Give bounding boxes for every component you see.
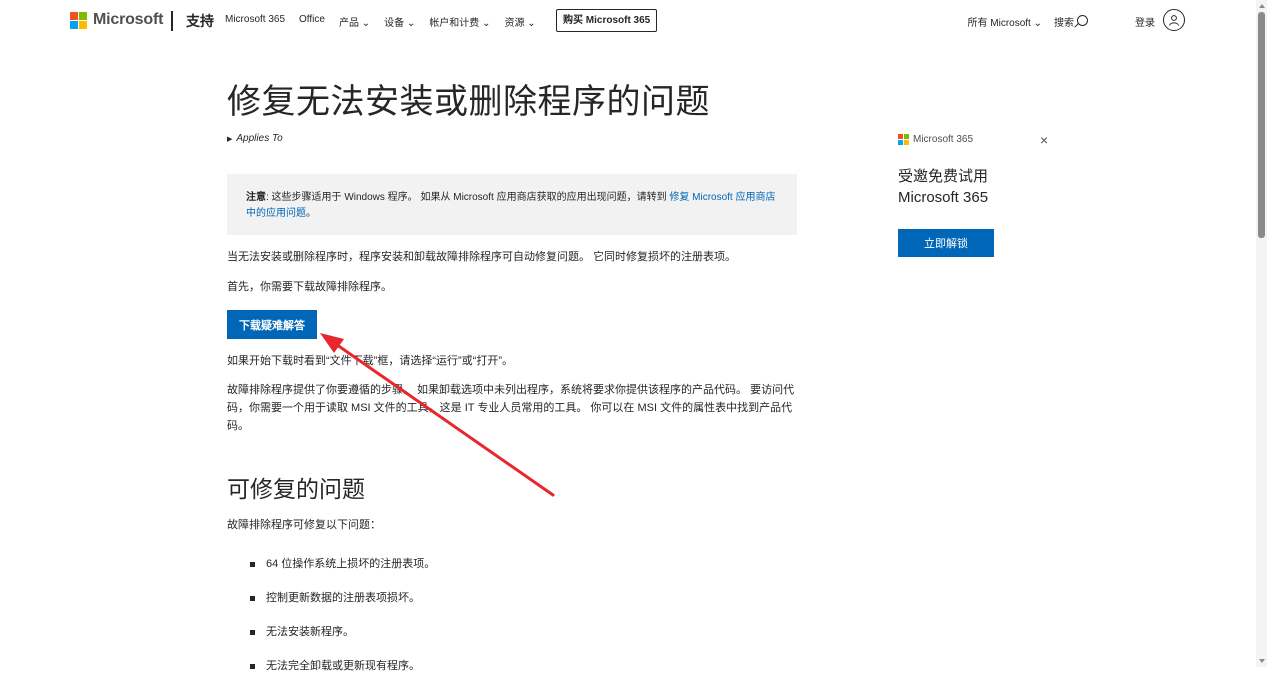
all-microsoft-menu[interactable]: 所有 Microsoft ⌄ — [968, 14, 1043, 29]
nav-item-microsoft-365[interactable]: Microsoft 365 — [225, 14, 285, 29]
nav-item-office[interactable]: Office — [299, 14, 325, 29]
page-title: 修复无法安装或删除程序的问题 — [227, 83, 710, 121]
sign-in-link[interactable]: 登录 — [1135, 14, 1155, 29]
microsoft-logo[interactable]: Microsoft — [70, 11, 163, 29]
close-icon[interactable]: × — [1040, 133, 1048, 147]
search-button[interactable]: 搜索 — [1054, 14, 1088, 29]
list-item: 控制更新数据的注册表项损坏。 — [250, 589, 435, 623]
download-hint-paragraph: 如果开始下载时看到“文件下载”框，请选择“运行”或“打开”。 — [227, 355, 513, 367]
list-item: 64 位操作系统上损坏的注册表项。 — [250, 555, 435, 589]
person-icon — [1169, 15, 1179, 26]
intro-paragraph: 当无法安装或删除程序时，程序安装和卸载故障排除程序可自动修复问题。 它同时修复损… — [227, 251, 737, 263]
avatar-icon[interactable] — [1163, 9, 1185, 31]
applies-to-label: Applies To — [236, 133, 283, 144]
note-box: 注意: 这些步骤适用于 Windows 程序。 如果从 Microsoft 应用… — [227, 174, 797, 235]
scroll-down-icon[interactable] — [1259, 659, 1265, 663]
header-right: 所有 Microsoft ⌄ 搜索 — [968, 14, 1088, 29]
unlock-now-button[interactable]: 立即解锁 — [898, 229, 994, 257]
promo-brand-name: Microsoft 365 — [913, 134, 974, 145]
site-header: Microsoft 支持 Microsoft 365 Office 产品 ⌄ 设… — [0, 0, 1256, 42]
first-step-paragraph: 首先，你需要下载故障排除程序。 — [227, 281, 392, 293]
support-link[interactable]: 支持 — [186, 11, 214, 31]
microsoft-logo-icon — [898, 134, 909, 145]
nav-item-account-billing[interactable]: 帐户和计费 ⌄ — [429, 14, 490, 29]
download-troubleshooter-button[interactable]: 下载疑难解答 — [227, 310, 317, 339]
promo-brand: Microsoft 365 — [898, 134, 973, 145]
note-text: : 这些步骤适用于 Windows 程序。 如果从 Microsoft 应用商店… — [266, 192, 670, 203]
steps-paragraph: 故障排除程序提供了你要遵循的步骤。 如果卸载选项中未列出程序，系统将要求你提供该… — [227, 384, 795, 432]
search-label: 搜索 — [1054, 18, 1074, 29]
list-item: 无法完全卸载或更新现有程序。 — [250, 657, 435, 691]
header-divider — [171, 11, 173, 31]
note-label: 注意 — [246, 192, 266, 203]
section-heading: 可修复的问题 — [227, 476, 365, 502]
vertical-scrollbar[interactable] — [1256, 0, 1267, 667]
scroll-thumb[interactable] — [1258, 12, 1265, 238]
microsoft-logo-icon — [70, 11, 87, 29]
search-icon — [1077, 15, 1088, 26]
scroll-up-icon[interactable] — [1259, 4, 1265, 8]
nav-item-devices[interactable]: 设备 ⌄ — [384, 14, 415, 29]
note-end: 。 — [306, 208, 316, 219]
buy-microsoft-365-button[interactable]: 购买 Microsoft 365 — [556, 9, 658, 32]
brand-name: Microsoft — [93, 11, 164, 28]
promo-title: 受邀免费试用 Microsoft 365 — [898, 168, 989, 206]
fixes-intro-paragraph: 故障排除程序可修复以下问题： — [227, 519, 381, 531]
top-nav: Microsoft 365 Office 产品 ⌄ 设备 ⌄ 帐户和计费 ⌄ 资… — [225, 14, 536, 29]
fixes-list: 64 位操作系统上损坏的注册表项。 控制更新数据的注册表项损坏。 无法安装新程序… — [250, 555, 435, 691]
nav-item-resources[interactable]: 资源 ⌄ — [504, 14, 535, 29]
applies-to-toggle[interactable]: ▶ Applies To — [227, 133, 283, 144]
nav-item-products[interactable]: 产品 ⌄ — [339, 14, 370, 29]
expand-triangle-icon: ▶ — [227, 136, 233, 143]
list-item: 无法安装新程序。 — [250, 623, 435, 657]
